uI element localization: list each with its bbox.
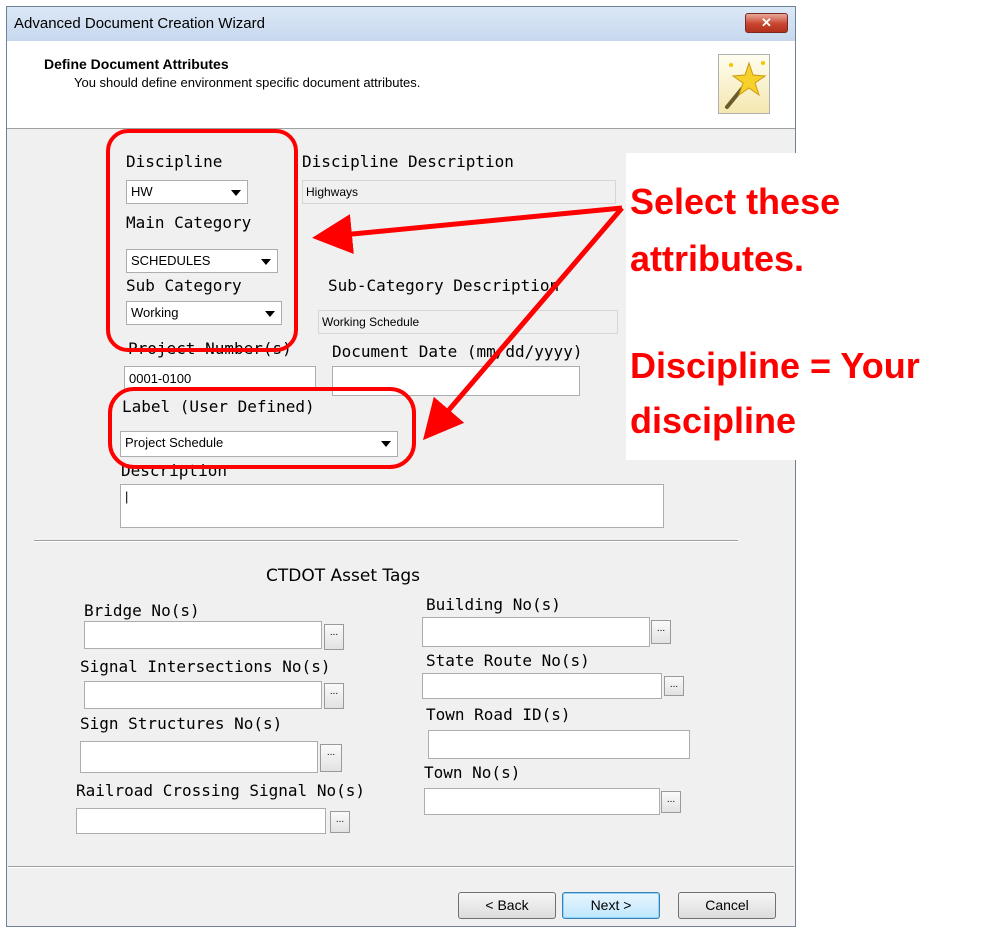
arrow-to-label [422, 206, 624, 441]
arrow-to-categories [312, 205, 623, 254]
annotation-arrows [312, 205, 624, 441]
